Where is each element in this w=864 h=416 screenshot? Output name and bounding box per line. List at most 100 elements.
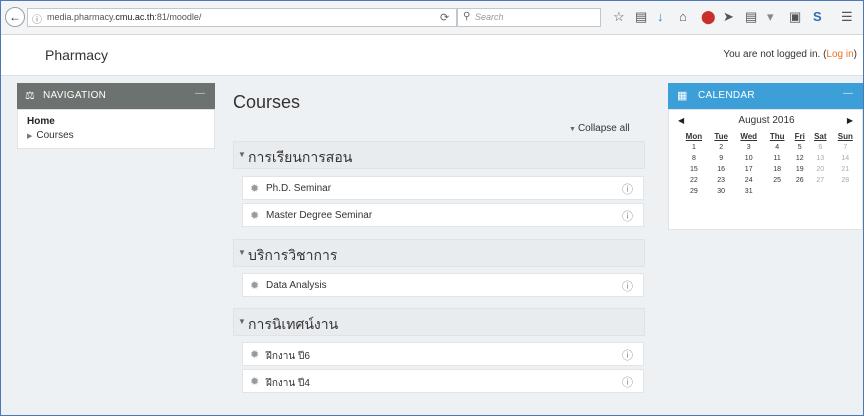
weekday-label: Fri [794,131,805,141]
course-row[interactable]: ✹ Data Analysis ⓘ [242,273,644,297]
site-header: Pharmacy You are not logged in. (Log in) [1,35,863,76]
course-link[interactable]: Ph.D. Seminar [266,183,331,194]
weekday-label: Wed [740,131,758,141]
calendar-day[interactable]: 13 [809,153,832,164]
nav-item-courses[interactable]: ▶ Courses [27,130,74,141]
search-input[interactable]: ⚲ Search [457,8,601,27]
calendar-day[interactable]: 4 [764,142,791,153]
info-icon[interactable]: ⓘ [32,11,42,26]
calendar-day[interactable]: 10 [734,153,764,164]
course-row[interactable]: ✹ ฝึกงาน ปี4 ⓘ [242,369,644,393]
course-row[interactable]: ✹ Master Degree Seminar ⓘ [242,203,644,227]
course-row[interactable]: ✹ Ph.D. Seminar ⓘ [242,176,644,200]
calendar-day[interactable]: 30 [709,186,734,197]
login-link[interactable]: Log in [826,49,853,60]
calendar-day[interactable]: 5 [790,142,809,153]
calendar-day[interactable]: 27 [809,175,832,186]
calendar-day[interactable]: 12 [790,153,809,164]
calendar-day [809,186,832,197]
course-row[interactable]: ✹ ฝึกงาน ปี6 ⓘ [242,342,644,366]
calendar-day[interactable]: 16 [709,164,734,175]
calendar-day[interactable]: 28 [832,175,859,186]
calendar-day[interactable]: 17 [734,164,764,175]
browser-toolbar: ← ⓘ media.pharmacy.cmu.ac.th:81/moodle/ … [1,1,863,35]
calendar-month: August 2016 [738,115,795,126]
weekday-label: Mon [685,131,703,141]
calendar-grid: Mon Tue Wed Thu Fri Sat Sun 1 2 3 4 5 6 [679,130,859,197]
course-link[interactable]: ฝึกงาน ปี6 [266,349,310,364]
search-icon: ⚲ [463,11,471,22]
menu-icon[interactable]: ☰ [841,9,853,25]
calendar-day[interactable]: 20 [809,164,832,175]
calendar-day[interactable]: 24 [734,175,764,186]
nav-item-home[interactable]: Home [27,116,55,127]
collapse-all-link[interactable]: ▼ Collapse all [569,123,630,134]
pocket-icon[interactable]: ▤ [745,9,757,25]
calendar-day[interactable]: 9 [709,153,734,164]
separator-dropdown-icon[interactable]: ▾ [767,9,774,25]
download-icon[interactable]: ↓ [657,9,664,25]
minimize-icon[interactable]: — [843,88,853,99]
next-month-icon[interactable]: ▶ [847,116,853,125]
reading-list-icon[interactable]: ▤ [635,9,647,25]
calendar-day[interactable]: 15 [679,164,709,175]
calendar-day[interactable]: 31 [734,186,764,197]
calendar-day[interactable]: 21 [832,164,859,175]
sitemap-icon: ⚖ [25,90,35,102]
course-info-icon[interactable]: ⓘ [622,278,633,294]
category-name[interactable]: การเรียนการสอน [248,147,352,169]
category-name[interactable]: บริการวิชาการ [248,245,337,267]
back-arrow-icon[interactable]: ← [5,7,25,27]
calendar-day[interactable]: 6 [809,142,832,153]
course-link[interactable]: Data Analysis [266,280,327,291]
category-toggle-icon: ▼ [238,317,246,326]
calendar-day[interactable]: 25 [764,175,791,186]
calendar-day[interactable]: 2 [709,142,734,153]
category-header[interactable]: ▼ การเรียนการสอน [233,141,645,169]
category-toggle-icon: ▼ [238,248,246,257]
address-bar[interactable]: ⓘ media.pharmacy.cmu.ac.th:81/moodle/ ⟳ [27,8,457,27]
browser-window: ← ⓘ media.pharmacy.cmu.ac.th:81/moodle/ … [0,0,864,416]
calendar-day[interactable]: 19 [790,164,809,175]
skype-icon[interactable]: S [813,9,822,25]
course-link[interactable]: Master Degree Seminar [266,210,372,221]
reload-icon[interactable]: ⟳ [440,11,449,24]
navigation-block-header: ⚖ NAVIGATION — [17,83,215,109]
course-link[interactable]: ฝึกงาน ปี4 [266,376,310,391]
extension-icon[interactable]: ➤ [723,9,734,25]
bookmark-star-icon[interactable]: ☆ [613,9,625,25]
course-icon: ✹ [250,210,260,222]
url-text: media.pharmacy.cmu.ac.th:81/moodle/ [47,12,202,22]
screenshot-icon[interactable]: ▣ [789,9,801,25]
calendar-day [764,186,791,197]
calendar-day[interactable]: 8 [679,153,709,164]
calendar-day[interactable]: 23 [709,175,734,186]
calendar-block-header: ▦ CALENDAR — [668,83,863,109]
home-icon[interactable]: ⌂ [679,9,687,25]
search-placeholder: Search [475,12,504,22]
calendar-day[interactable]: 3 [734,142,764,153]
calendar-day[interactable]: 7 [832,142,859,153]
category-header[interactable]: ▼ บริการวิชาการ [233,239,645,267]
category-header[interactable]: ▼ การนิเทศน์งาน [233,308,645,336]
calendar-day[interactable]: 11 [764,153,791,164]
adblock-icon[interactable]: ⬤ [701,9,716,25]
category-name[interactable]: การนิเทศน์งาน [248,314,338,336]
site-title[interactable]: Pharmacy [45,47,108,63]
calendar-day [790,186,809,197]
calendar-day[interactable]: 26 [790,175,809,186]
navigation-block: Home ▶ Courses [17,109,215,149]
minimize-icon[interactable]: — [195,88,205,99]
course-info-icon[interactable]: ⓘ [622,347,633,363]
calendar-day[interactable]: 18 [764,164,791,175]
weekday-label: Sat [814,131,827,141]
course-info-icon[interactable]: ⓘ [622,374,633,390]
calendar-day[interactable]: 1 [679,142,709,153]
calendar-day[interactable]: 29 [679,186,709,197]
course-info-icon[interactable]: ⓘ [622,208,633,224]
calendar-icon: ▦ [677,90,688,102]
calendar-day[interactable]: 22 [679,175,709,186]
page-title: Courses [233,92,301,112]
course-info-icon[interactable]: ⓘ [622,181,633,197]
calendar-day[interactable]: 14 [832,153,859,164]
